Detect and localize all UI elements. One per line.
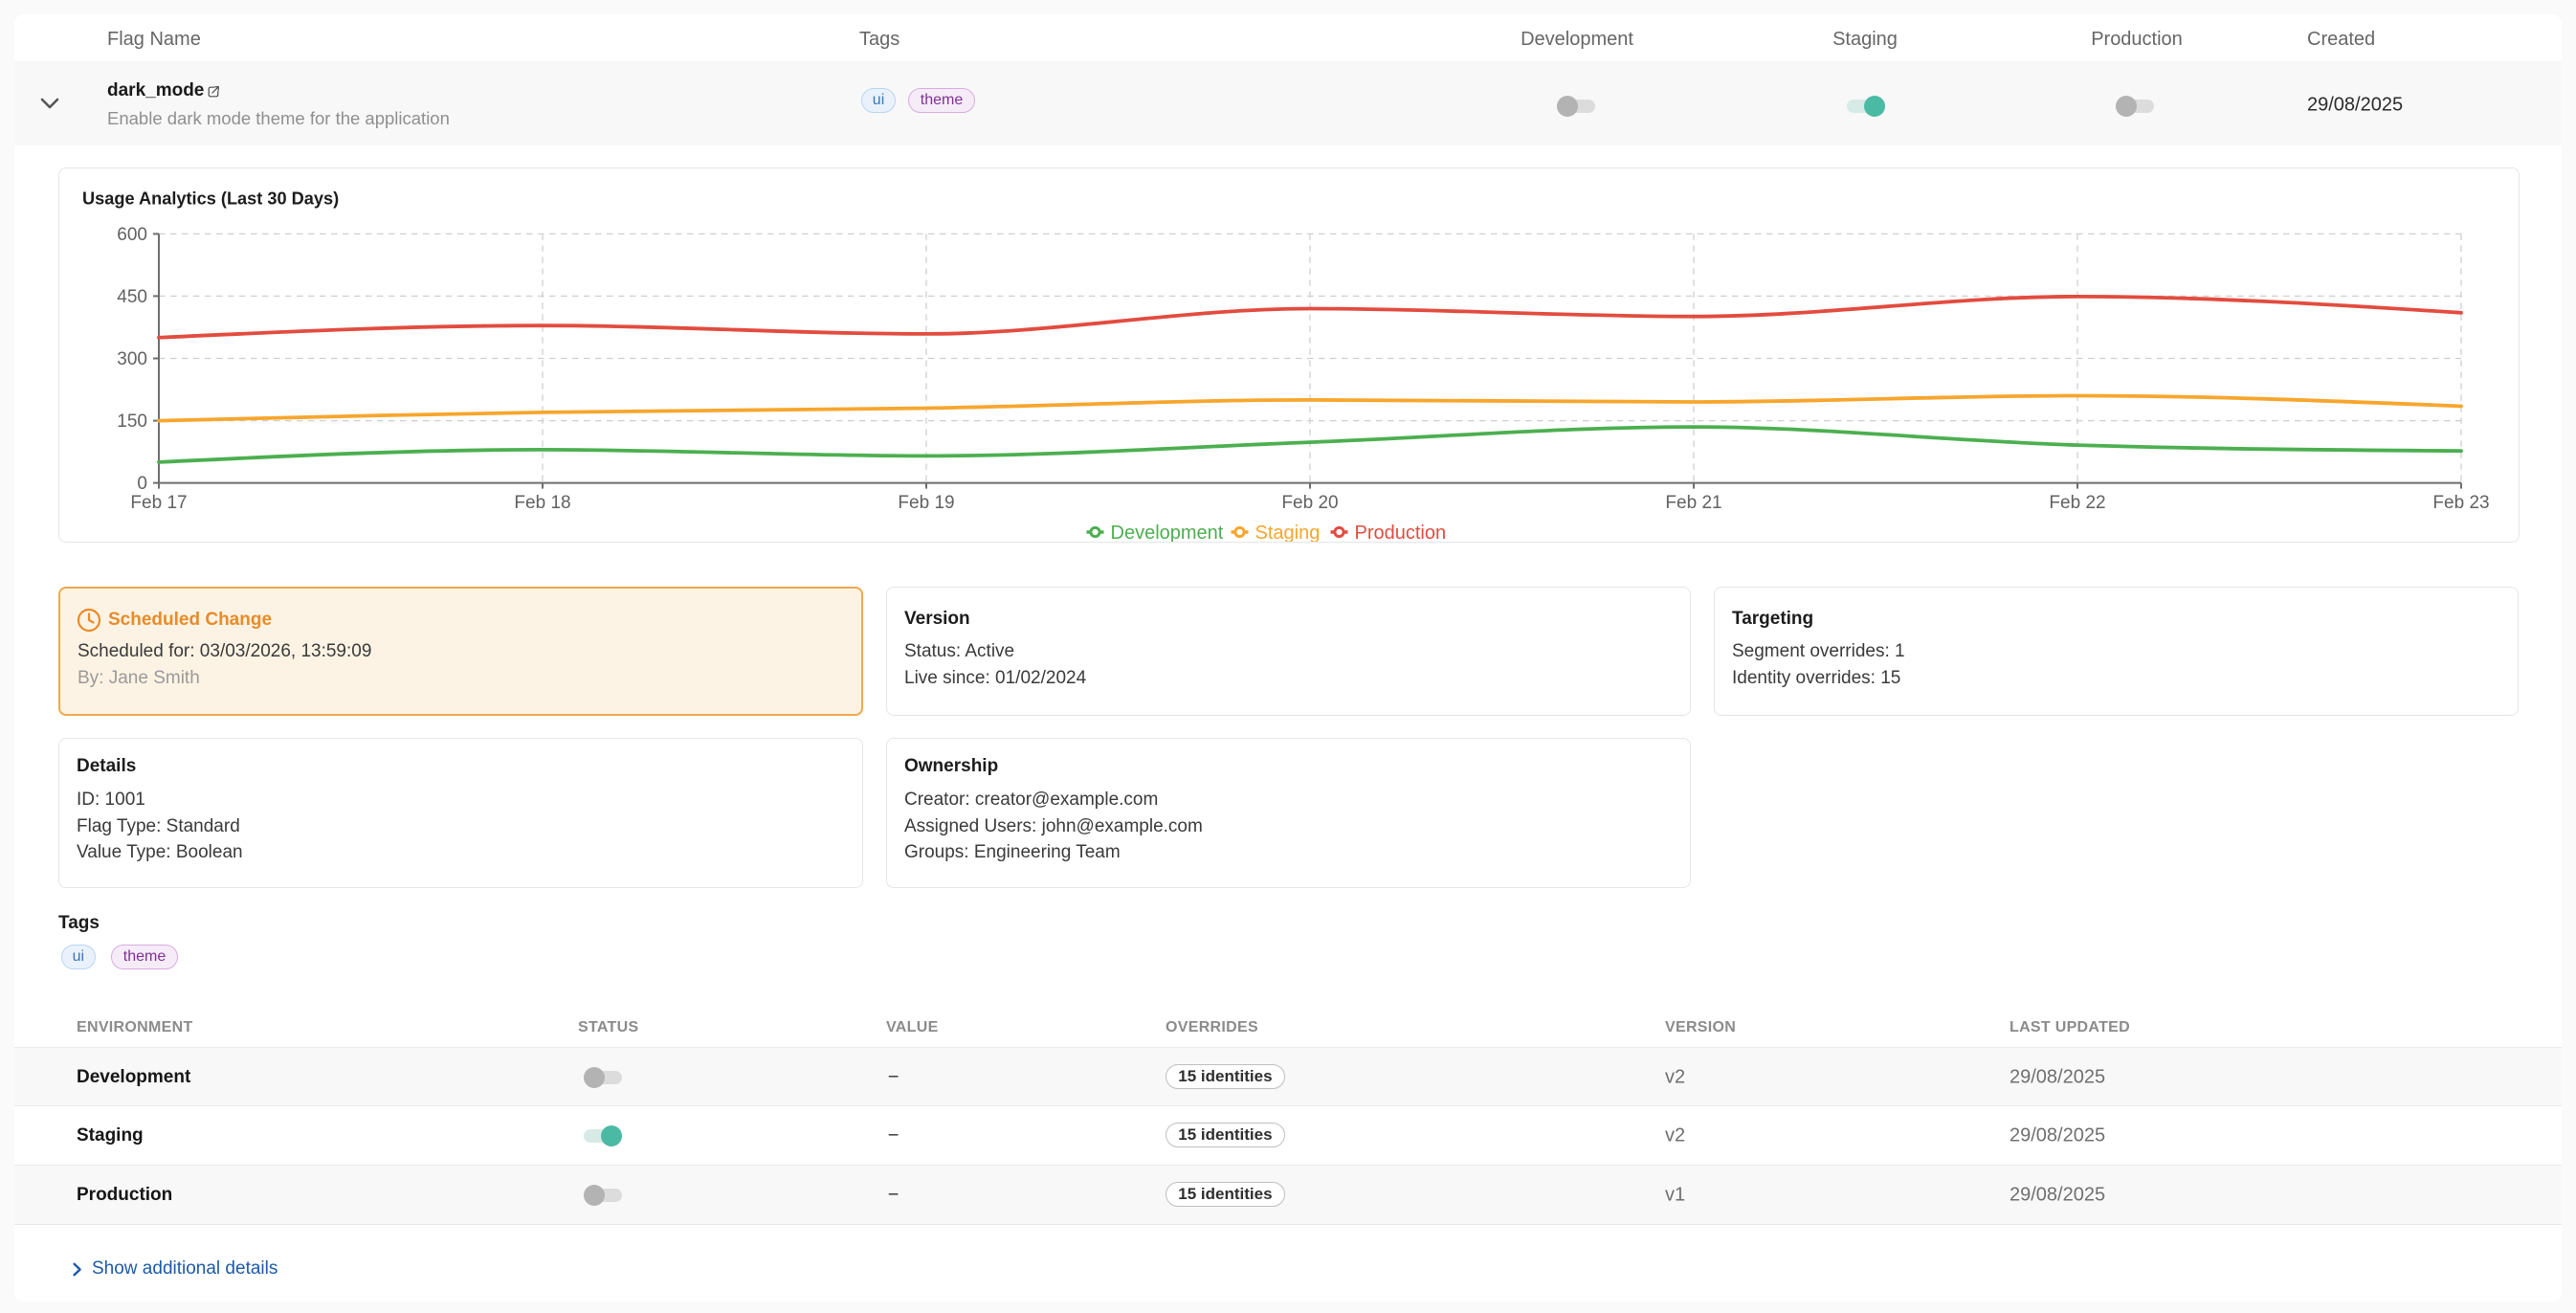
svg-text:Feb 20: Feb 20 <box>1281 493 1338 513</box>
svg-text:300: 300 <box>117 349 147 369</box>
svg-text:Production: Production <box>1355 523 1447 542</box>
svg-text:Feb 18: Feb 18 <box>514 493 570 513</box>
svg-text:Feb 19: Feb 19 <box>898 493 954 513</box>
svg-text:0: 0 <box>137 474 147 494</box>
svg-text:Feb 17: Feb 17 <box>130 493 187 513</box>
svg-text:150: 150 <box>117 412 147 432</box>
svg-text:Development: Development <box>1111 523 1224 542</box>
svg-text:Feb 23: Feb 23 <box>2432 493 2489 513</box>
svg-text:600: 600 <box>117 225 147 245</box>
svg-text:Feb 21: Feb 21 <box>1665 493 1721 513</box>
svg-text:450: 450 <box>117 287 147 307</box>
svg-text:Staging: Staging <box>1255 523 1321 542</box>
svg-text:Feb 22: Feb 22 <box>2049 493 2105 513</box>
